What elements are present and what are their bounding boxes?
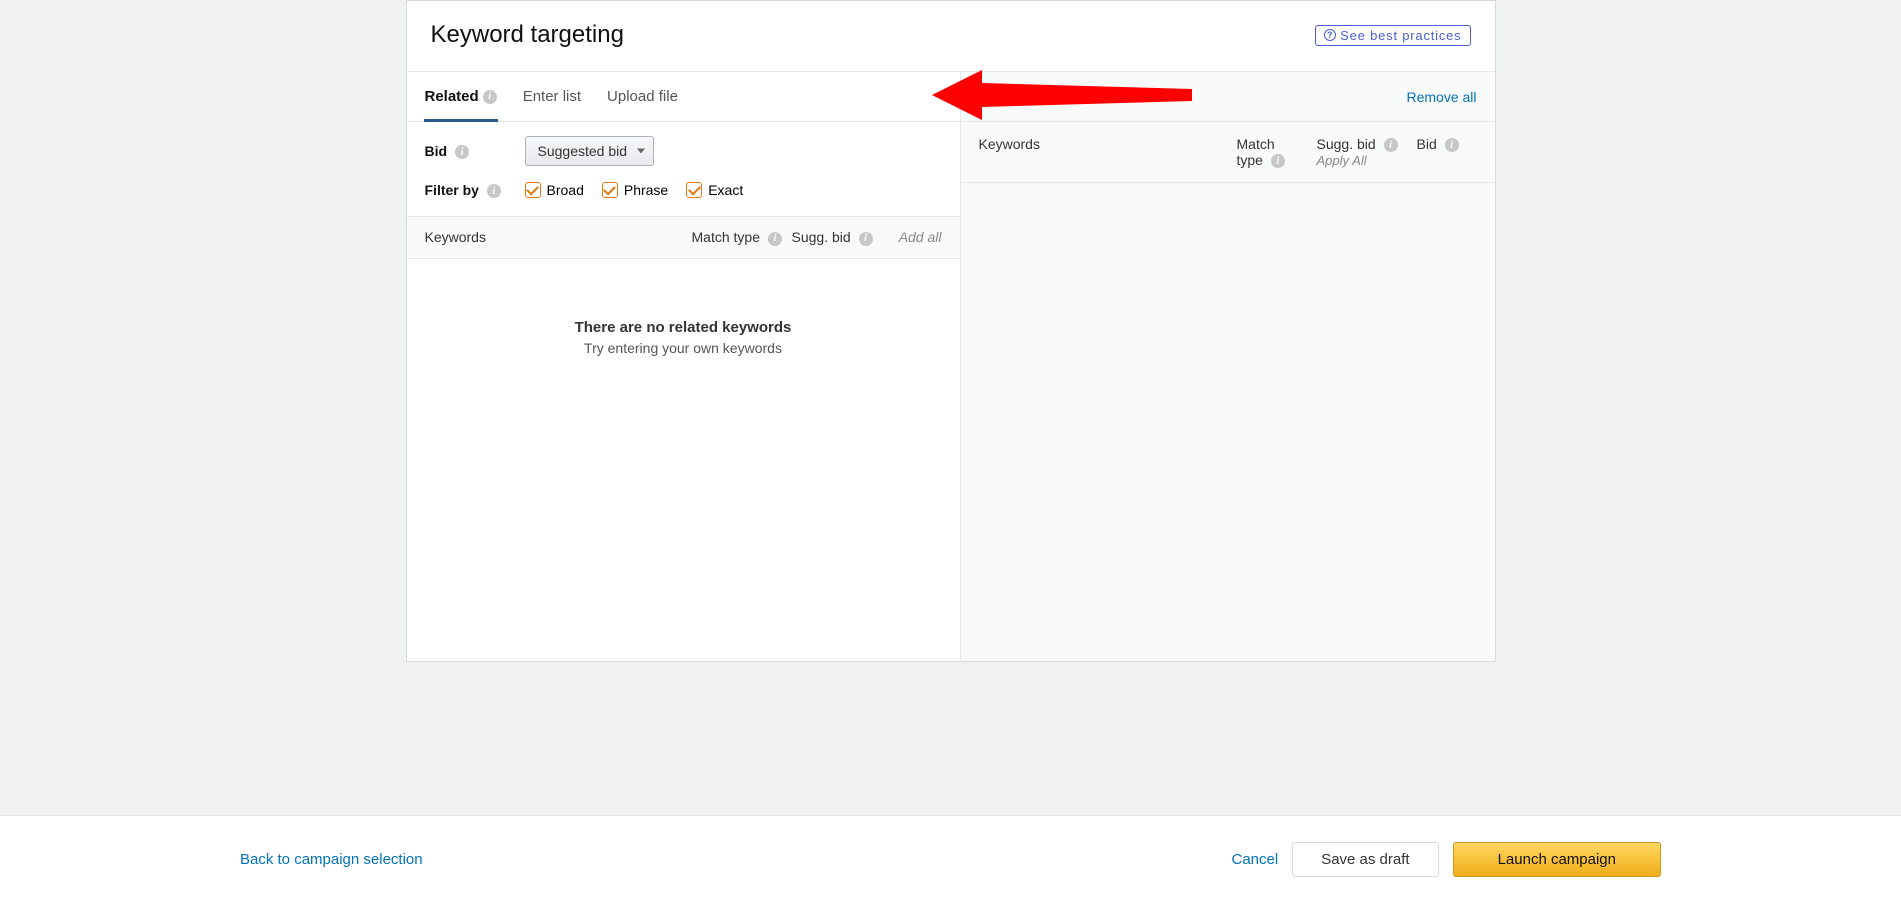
filter-label-text: Filter by [425, 182, 479, 198]
rcol-bid-label: Bid [1417, 136, 1437, 152]
chevron-down-icon [637, 149, 645, 154]
added-count: 0 added [979, 88, 1036, 105]
filter-row: Filter by i Broad Phrase Exact [425, 182, 942, 198]
col-sugg-bid: Sugg. bid i [792, 229, 892, 245]
panels-row: Related i Enter list Upload file Bid i [407, 72, 1495, 661]
right-empty-area [961, 183, 1495, 661]
filter-broad[interactable]: Broad [525, 182, 584, 198]
tab-enter-list[interactable]: Enter list [523, 72, 581, 121]
filter-exact[interactable]: Exact [686, 182, 743, 198]
col-keywords: Keywords [425, 229, 692, 245]
rcol-sb-label: Sugg. bid [1317, 136, 1376, 152]
left-list-header: Keywords Match type i Sugg. bid i Add al… [407, 217, 960, 258]
rcol-sugg-bid: Sugg. bid i Apply All [1317, 136, 1417, 168]
info-icon: i [859, 232, 873, 246]
footer-bar: Back to campaign selection Cancel Save a… [0, 815, 1901, 903]
back-to-campaign-link[interactable]: Back to campaign selection [240, 851, 423, 868]
bid-label: Bid i [425, 143, 525, 159]
info-icon: i [1445, 138, 1459, 152]
tab-label: Related [425, 88, 479, 105]
bid-label-text: Bid [425, 143, 448, 159]
cancel-link[interactable]: Cancel [1231, 851, 1278, 868]
info-icon: i [487, 184, 501, 198]
checkbox-icon [525, 182, 541, 198]
filter-phrase[interactable]: Phrase [602, 182, 668, 198]
tab-label: Enter list [523, 88, 581, 105]
rcol-keywords: Keywords [979, 136, 1237, 152]
apply-all-link[interactable]: Apply All [1317, 153, 1367, 168]
tab-label: Upload file [607, 88, 678, 105]
keyword-targeting-card: Keyword targeting ? See best practices R… [406, 0, 1496, 662]
rcol-mt-l1: Match [1237, 136, 1275, 152]
rcol-mt-l2: type [1237, 152, 1263, 168]
rcol-match-type: Match type i [1237, 136, 1317, 168]
page-title: Keyword targeting [431, 21, 624, 49]
left-panel: Related i Enter list Upload file Bid i [407, 72, 961, 661]
card-header: Keyword targeting ? See best practices [407, 1, 1495, 72]
empty-state: There are no related keywords Try enteri… [407, 259, 960, 661]
checkbox-icon [602, 182, 618, 198]
col-match-type: Match type i [692, 229, 792, 245]
info-icon: i [455, 145, 469, 159]
bid-dropdown[interactable]: Suggested bid [525, 136, 655, 166]
empty-subtitle: Try entering your own keywords [584, 340, 782, 356]
bid-row: Bid i Suggested bid [425, 136, 942, 166]
info-icon: i [483, 90, 497, 104]
empty-title: There are no related keywords [575, 319, 792, 336]
best-practices-label: See best practices [1340, 28, 1461, 43]
right-header: 0 added Remove all [961, 72, 1495, 122]
dropdown-value: Suggested bid [538, 143, 628, 159]
checkbox-label: Broad [547, 182, 584, 198]
right-columns: Keywords Match type i Sugg. bid i Apply … [961, 122, 1495, 183]
filter-label: Filter by i [425, 182, 525, 198]
add-all-link[interactable]: Add all [892, 229, 942, 245]
info-icon: i [768, 232, 782, 246]
info-icon: i [1271, 154, 1285, 168]
col-match-type-label: Match type [692, 229, 760, 245]
see-best-practices-link[interactable]: ? See best practices [1315, 25, 1470, 46]
save-draft-button[interactable]: Save as draft [1292, 842, 1438, 877]
checkbox-icon [686, 182, 702, 198]
col-sugg-bid-label: Sugg. bid [792, 229, 851, 245]
launch-campaign-button[interactable]: Launch campaign [1453, 842, 1661, 877]
rcol-bid: Bid i [1417, 136, 1477, 152]
footer-actions: Cancel Save as draft Launch campaign [1231, 842, 1661, 877]
checkbox-label: Exact [708, 182, 743, 198]
info-icon: i [1384, 138, 1398, 152]
tab-upload-file[interactable]: Upload file [607, 72, 678, 121]
controls-area: Bid i Suggested bid Filter by i [407, 122, 960, 217]
help-icon: ? [1324, 29, 1336, 41]
checkbox-label: Phrase [624, 182, 668, 198]
remove-all-link[interactable]: Remove all [1406, 89, 1476, 105]
tab-related[interactable]: Related i [425, 72, 497, 121]
tab-bar: Related i Enter list Upload file [407, 72, 960, 122]
right-panel: 0 added Remove all Keywords Match type i… [961, 72, 1495, 661]
